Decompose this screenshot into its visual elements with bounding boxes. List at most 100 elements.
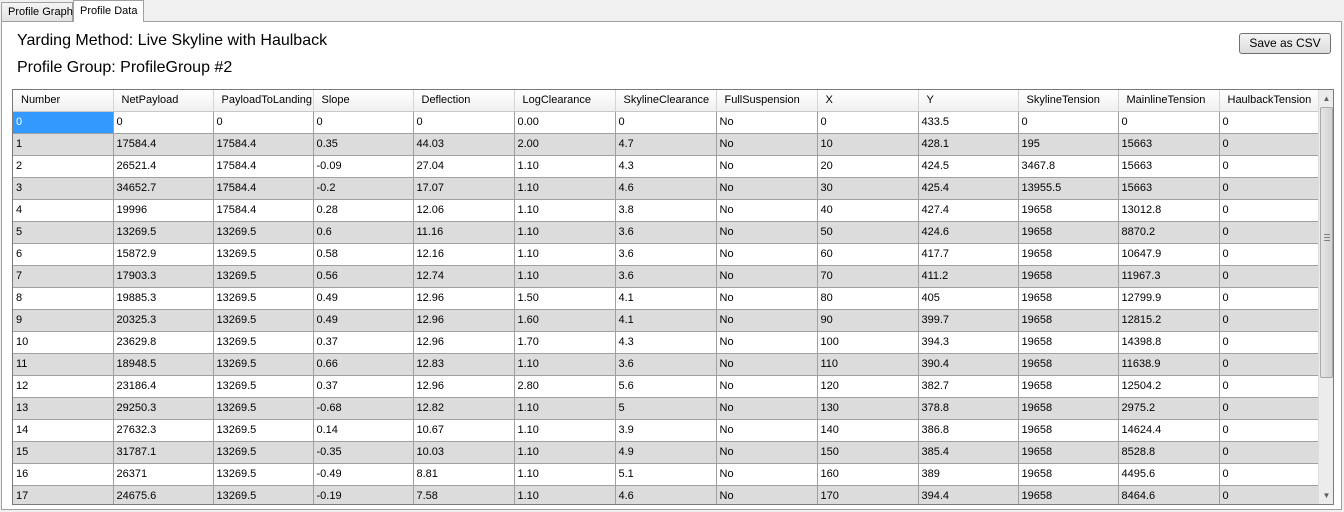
table-cell[interactable]: 5.1 bbox=[615, 463, 717, 486]
table-cell[interactable]: 3.8 bbox=[615, 199, 717, 222]
table-cell[interactable]: 26521.4 bbox=[113, 155, 214, 178]
table-cell[interactable]: 23186.4 bbox=[113, 375, 214, 398]
table-cell[interactable]: 405 bbox=[918, 287, 1019, 310]
table-cell[interactable]: 19658 bbox=[1018, 463, 1119, 486]
table-cell[interactable]: -0.35 bbox=[313, 441, 414, 464]
table-cell[interactable]: 2.00 bbox=[514, 133, 616, 156]
table-cell[interactable]: 1.70 bbox=[514, 331, 616, 354]
table-cell[interactable]: 18948.5 bbox=[113, 353, 214, 376]
table-cell[interactable]: 40 bbox=[817, 199, 919, 222]
table-cell[interactable]: 31787.1 bbox=[113, 441, 214, 464]
table-cell[interactable]: 17584.4 bbox=[213, 199, 314, 222]
table-row[interactable]: 16 26371 13269.5 -0.49 8.81 1.10 5.1 No 160 389 19… bbox=[13, 463, 1318, 486]
table-cell[interactable]: 13269.5 bbox=[213, 309, 314, 332]
table-cell[interactable]: 0 bbox=[1219, 177, 1318, 200]
table-row[interactable]: 13 29250.3 13269.5 -0.68 12.82 1.10 5 No 130 378.… bbox=[13, 397, 1318, 420]
table-cell[interactable]: 13269.5 bbox=[213, 463, 314, 486]
table-cell[interactable]: 70 bbox=[817, 265, 919, 288]
table-cell[interactable]: 0.58 bbox=[313, 243, 414, 266]
table-cell[interactable]: 5.6 bbox=[615, 375, 717, 398]
column-header[interactable]: Y bbox=[918, 90, 1019, 112]
table-cell[interactable]: 4.1 bbox=[615, 309, 717, 332]
table-cell[interactable]: 34652.7 bbox=[113, 177, 214, 200]
table-cell[interactable]: 19658 bbox=[1018, 287, 1119, 310]
table-cell[interactable]: 0 bbox=[1219, 331, 1318, 354]
tab-profile-data[interactable]: Profile Data bbox=[73, 0, 144, 22]
table-cell[interactable]: 1.10 bbox=[514, 353, 616, 376]
table-cell[interactable]: 1.60 bbox=[514, 309, 616, 332]
table-cell[interactable]: No bbox=[716, 111, 818, 134]
table-cell[interactable]: 15663 bbox=[1118, 155, 1220, 178]
table-cell[interactable]: 0 bbox=[1219, 419, 1318, 442]
table-cell[interactable]: 9 bbox=[13, 309, 114, 332]
table-cell[interactable]: 0 bbox=[113, 111, 214, 134]
table-cell[interactable]: 13269.5 bbox=[213, 265, 314, 288]
table-cell[interactable]: 12.83 bbox=[413, 353, 515, 376]
table-cell[interactable]: 0 bbox=[1219, 485, 1318, 504]
table-cell[interactable]: 26371 bbox=[113, 463, 214, 486]
table-cell[interactable]: 11 bbox=[13, 353, 114, 376]
table-cell[interactable]: 19658 bbox=[1018, 397, 1119, 420]
table-cell[interactable]: 12.96 bbox=[413, 375, 515, 398]
table-cell[interactable]: 17 bbox=[13, 485, 114, 504]
table-cell[interactable]: No bbox=[716, 463, 818, 486]
table-cell[interactable]: -0.68 bbox=[313, 397, 414, 420]
table-cell[interactable]: 4495.6 bbox=[1118, 463, 1220, 486]
table-cell[interactable]: 13269.5 bbox=[213, 485, 314, 504]
table-cell[interactable]: 19658 bbox=[1018, 485, 1119, 504]
table-cell[interactable]: 17.07 bbox=[413, 177, 515, 200]
table-cell[interactable]: 29250.3 bbox=[113, 397, 214, 420]
table-cell[interactable]: 30 bbox=[817, 177, 919, 200]
table-row[interactable]: 4 19996 17584.4 0.28 12.06 1.10 3.8 No 40 427.4 19… bbox=[13, 199, 1318, 222]
table-cell[interactable]: 19658 bbox=[1018, 375, 1119, 398]
table-cell[interactable]: 382.7 bbox=[918, 375, 1019, 398]
table-cell[interactable]: 13269.5 bbox=[213, 397, 314, 420]
table-cell[interactable]: -0.09 bbox=[313, 155, 414, 178]
table-cell[interactable]: 11638.9 bbox=[1118, 353, 1220, 376]
table-cell[interactable]: 7.58 bbox=[413, 485, 515, 504]
column-header[interactable]: PayloadToLanding bbox=[213, 90, 314, 112]
column-header[interactable]: X bbox=[817, 90, 919, 112]
table-cell[interactable]: 13269.5 bbox=[213, 441, 314, 464]
table-cell[interactable]: 0.66 bbox=[313, 353, 414, 376]
table-cell[interactable]: 120 bbox=[817, 375, 919, 398]
table-cell[interactable]: 1.10 bbox=[514, 177, 616, 200]
table-cell[interactable]: 3 bbox=[13, 177, 114, 200]
table-cell[interactable]: 17584.4 bbox=[213, 155, 314, 178]
table-cell[interactable]: 15663 bbox=[1118, 133, 1220, 156]
table-cell[interactable]: 17584.4 bbox=[213, 133, 314, 156]
scroll-down-arrow-icon[interactable]: ▼ bbox=[1319, 487, 1333, 504]
table-row[interactable]: 5 13269.5 13269.5 0.6 11.16 1.10 3.6 No 50 424.6 1… bbox=[13, 221, 1318, 244]
table-cell[interactable]: 19658 bbox=[1018, 243, 1119, 266]
table-cell[interactable]: No bbox=[716, 243, 818, 266]
table-cell[interactable]: 4.9 bbox=[615, 441, 717, 464]
table-cell[interactable]: 110 bbox=[817, 353, 919, 376]
table-cell[interactable]: 150 bbox=[817, 441, 919, 464]
table-row[interactable]: 17 24675.6 13269.5 -0.19 7.58 1.10 4.6 No 170 394… bbox=[13, 485, 1318, 504]
table-cell[interactable]: 8870.2 bbox=[1118, 221, 1220, 244]
table-cell[interactable]: 80 bbox=[817, 287, 919, 310]
table-cell[interactable]: 8.81 bbox=[413, 463, 515, 486]
table-cell[interactable]: 17903.3 bbox=[113, 265, 214, 288]
table-row[interactable]: 15 31787.1 13269.5 -0.35 10.03 1.10 4.9 No 150 38… bbox=[13, 441, 1318, 464]
table-cell[interactable]: 19658 bbox=[1018, 221, 1119, 244]
table-cell[interactable]: 12.16 bbox=[413, 243, 515, 266]
column-header[interactable]: FullSuspension bbox=[716, 90, 818, 112]
table-cell[interactable]: 12815.2 bbox=[1118, 309, 1220, 332]
table-cell[interactable]: 1.10 bbox=[514, 419, 616, 442]
table-cell[interactable]: No bbox=[716, 221, 818, 244]
table-row[interactable]: 6 15872.9 13269.5 0.58 12.16 1.10 3.6 No 60 417.7… bbox=[13, 243, 1318, 266]
table-cell[interactable]: 13269.5 bbox=[213, 331, 314, 354]
table-cell[interactable]: 0 bbox=[1018, 111, 1119, 134]
table-cell[interactable]: No bbox=[716, 441, 818, 464]
table-cell[interactable]: 13 bbox=[13, 397, 114, 420]
table-cell[interactable]: 1.10 bbox=[514, 155, 616, 178]
table-cell[interactable]: 12 bbox=[13, 375, 114, 398]
table-cell[interactable]: 13269.5 bbox=[113, 221, 214, 244]
table-cell[interactable]: 4.1 bbox=[615, 287, 717, 310]
table-cell[interactable]: 0.49 bbox=[313, 309, 414, 332]
table-cell[interactable]: 0.49 bbox=[313, 287, 414, 310]
table-cell[interactable]: No bbox=[716, 177, 818, 200]
table-cell[interactable]: 378.8 bbox=[918, 397, 1019, 420]
table-cell[interactable]: No bbox=[716, 133, 818, 156]
